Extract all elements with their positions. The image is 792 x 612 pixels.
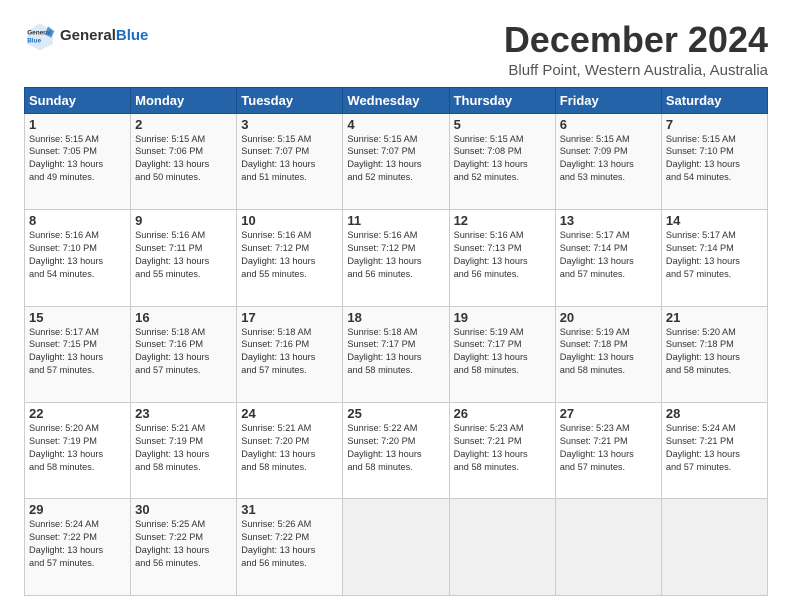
col-thursday: Thursday xyxy=(449,87,555,113)
table-row: 18Sunrise: 5:18 AMSunset: 7:17 PMDayligh… xyxy=(343,306,449,402)
col-wednesday: Wednesday xyxy=(343,87,449,113)
calendar-table: Sunday Monday Tuesday Wednesday Thursday… xyxy=(24,87,768,596)
calendar-title: December 2024 xyxy=(504,20,768,60)
table-row: 7Sunrise: 5:15 AMSunset: 7:10 PMDaylight… xyxy=(661,113,767,209)
svg-text:Blue: Blue xyxy=(27,37,41,44)
table-row: 8Sunrise: 5:16 AMSunset: 7:10 PMDaylight… xyxy=(25,210,131,306)
table-row: 19Sunrise: 5:19 AMSunset: 7:17 PMDayligh… xyxy=(449,306,555,402)
table-row: 15Sunrise: 5:17 AMSunset: 7:15 PMDayligh… xyxy=(25,306,131,402)
table-row: 4Sunrise: 5:15 AMSunset: 7:07 PMDaylight… xyxy=(343,113,449,209)
table-row: 12Sunrise: 5:16 AMSunset: 7:13 PMDayligh… xyxy=(449,210,555,306)
table-row: 3Sunrise: 5:15 AMSunset: 7:07 PMDaylight… xyxy=(237,113,343,209)
table-row: 21Sunrise: 5:20 AMSunset: 7:18 PMDayligh… xyxy=(661,306,767,402)
table-row: 9Sunrise: 5:16 AMSunset: 7:11 PMDaylight… xyxy=(131,210,237,306)
table-row: 16Sunrise: 5:18 AMSunset: 7:16 PMDayligh… xyxy=(131,306,237,402)
logo-blue: Blue xyxy=(116,27,149,44)
table-row: 5Sunrise: 5:15 AMSunset: 7:08 PMDaylight… xyxy=(449,113,555,209)
col-monday: Monday xyxy=(131,87,237,113)
table-row: 24Sunrise: 5:21 AMSunset: 7:20 PMDayligh… xyxy=(237,403,343,499)
table-row xyxy=(449,499,555,596)
col-friday: Friday xyxy=(555,87,661,113)
table-row: 14Sunrise: 5:17 AMSunset: 7:14 PMDayligh… xyxy=(661,210,767,306)
table-row: 1Sunrise: 5:15 AMSunset: 7:05 PMDaylight… xyxy=(25,113,131,209)
header: General Blue GeneralBlue December 2024 B… xyxy=(24,20,768,79)
logo: General Blue GeneralBlue xyxy=(24,20,148,52)
table-row: 17Sunrise: 5:18 AMSunset: 7:16 PMDayligh… xyxy=(237,306,343,402)
table-row: 27Sunrise: 5:23 AMSunset: 7:21 PMDayligh… xyxy=(555,403,661,499)
page: General Blue GeneralBlue December 2024 B… xyxy=(0,0,792,612)
table-row: 23Sunrise: 5:21 AMSunset: 7:19 PMDayligh… xyxy=(131,403,237,499)
table-row xyxy=(343,499,449,596)
table-row: 2Sunrise: 5:15 AMSunset: 7:06 PMDaylight… xyxy=(131,113,237,209)
table-row: 6Sunrise: 5:15 AMSunset: 7:09 PMDaylight… xyxy=(555,113,661,209)
table-row: 30Sunrise: 5:25 AMSunset: 7:22 PMDayligh… xyxy=(131,499,237,596)
table-row: 26Sunrise: 5:23 AMSunset: 7:21 PMDayligh… xyxy=(449,403,555,499)
table-row xyxy=(661,499,767,596)
table-row: 13Sunrise: 5:17 AMSunset: 7:14 PMDayligh… xyxy=(555,210,661,306)
table-row: 31Sunrise: 5:26 AMSunset: 7:22 PMDayligh… xyxy=(237,499,343,596)
table-row: 10Sunrise: 5:16 AMSunset: 7:12 PMDayligh… xyxy=(237,210,343,306)
table-row: 28Sunrise: 5:24 AMSunset: 7:21 PMDayligh… xyxy=(661,403,767,499)
title-block: December 2024 Bluff Point, Western Austr… xyxy=(504,20,768,79)
header-row: Sunday Monday Tuesday Wednesday Thursday… xyxy=(25,87,768,113)
col-tuesday: Tuesday xyxy=(237,87,343,113)
table-row: 25Sunrise: 5:22 AMSunset: 7:20 PMDayligh… xyxy=(343,403,449,499)
calendar-subtitle: Bluff Point, Western Australia, Australi… xyxy=(504,62,768,79)
logo-general: General xyxy=(60,27,116,44)
table-row: 11Sunrise: 5:16 AMSunset: 7:12 PMDayligh… xyxy=(343,210,449,306)
logo-icon: General Blue xyxy=(24,20,56,52)
col-sunday: Sunday xyxy=(25,87,131,113)
table-row: 29Sunrise: 5:24 AMSunset: 7:22 PMDayligh… xyxy=(25,499,131,596)
table-row: 22Sunrise: 5:20 AMSunset: 7:19 PMDayligh… xyxy=(25,403,131,499)
col-saturday: Saturday xyxy=(661,87,767,113)
logo-text-block: GeneralBlue xyxy=(60,28,148,45)
table-row xyxy=(555,499,661,596)
table-row: 20Sunrise: 5:19 AMSunset: 7:18 PMDayligh… xyxy=(555,306,661,402)
